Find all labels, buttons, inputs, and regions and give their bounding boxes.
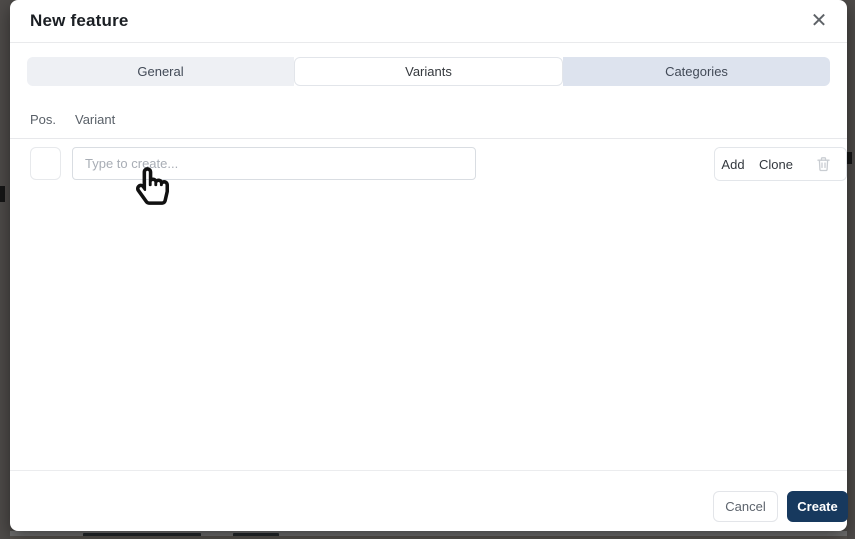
- background-right-artifact: [847, 152, 852, 164]
- column-header-pos: Pos.: [30, 112, 57, 127]
- tab-general[interactable]: General: [27, 57, 294, 86]
- trash-icon: [816, 156, 831, 172]
- background-text-artifact: [83, 533, 201, 536]
- column-header-variant: Variant: [75, 112, 116, 127]
- delete-button[interactable]: [801, 148, 846, 180]
- dialog-header: New feature ✕: [10, 0, 847, 43]
- header-divider: [10, 138, 847, 139]
- position-input[interactable]: [30, 147, 61, 180]
- close-icon[interactable]: ✕: [805, 7, 833, 35]
- tab-variants[interactable]: Variants: [294, 57, 563, 86]
- background-left-artifact: [0, 186, 5, 202]
- dialog-title: New feature: [30, 11, 129, 30]
- variant-input[interactable]: [72, 147, 476, 180]
- footer-divider: [10, 470, 847, 471]
- clone-button[interactable]: Clone: [751, 148, 801, 180]
- tab-bar: General Variants Categories: [27, 57, 830, 86]
- add-button[interactable]: Add: [715, 148, 751, 180]
- new-feature-dialog: New feature ✕ General Variants Categorie…: [10, 0, 848, 531]
- background-bottom-band: [10, 531, 847, 539]
- cancel-button[interactable]: Cancel: [713, 491, 778, 522]
- row-action-group: Add Clone: [714, 147, 847, 181]
- background-text-artifact: [233, 533, 279, 536]
- create-button[interactable]: Create: [787, 491, 848, 522]
- tab-categories[interactable]: Categories: [563, 57, 830, 86]
